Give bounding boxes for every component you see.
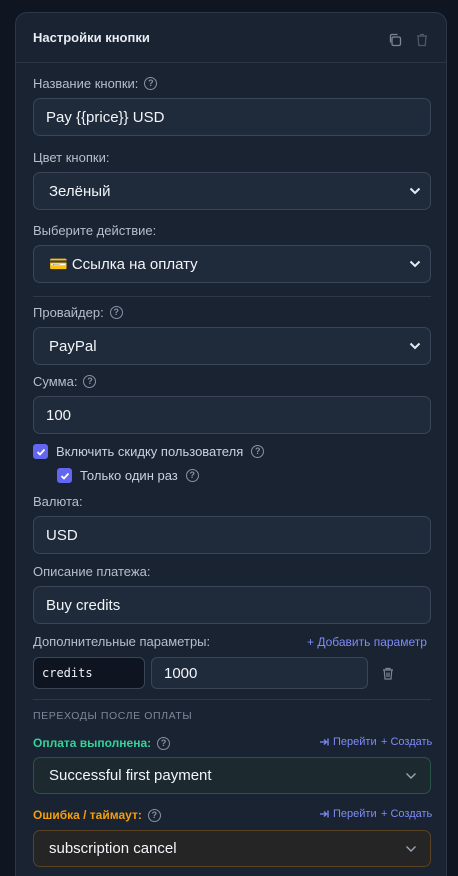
chevron-down-icon (406, 845, 416, 852)
once-checkbox[interactable] (57, 468, 72, 483)
currency-input[interactable]: USD (33, 516, 431, 554)
button-settings-panel: Настройки кнопки Название кнопки: ? Pay … (15, 12, 447, 876)
panel-title: Настройки кнопки (33, 30, 150, 45)
add-param-button[interactable]: + Добавить параметр (307, 635, 427, 649)
chevron-down-icon (409, 187, 421, 195)
params-label: Дополнительные параметры: (33, 634, 210, 649)
provider-select[interactable]: PayPal (33, 327, 431, 365)
discount-label: Включить скидку пользователя (56, 444, 244, 459)
error-label-text: Ошибка / таймаут: (33, 808, 142, 822)
button-name-input[interactable]: Pay {{price}} USD (33, 98, 431, 136)
action-label-text: Выберите действие: (33, 223, 157, 238)
help-icon[interactable]: ? (147, 808, 161, 822)
help-icon[interactable]: ? (185, 469, 199, 482)
action-label: Выберите действие: (33, 223, 156, 238)
param-key-input[interactable]: credits (33, 657, 145, 689)
once-label: Только один раз (80, 468, 178, 483)
button-color-select[interactable]: Зелёный (33, 172, 431, 210)
provider-value: PayPal (49, 337, 97, 355)
go-label: Перейти (333, 736, 377, 748)
success-transition-select[interactable]: Successful first payment (33, 757, 431, 794)
chevron-down-icon (409, 342, 421, 350)
description-input[interactable]: Buy credits (33, 586, 431, 624)
success-label-text: Оплата выполнена: (33, 736, 152, 750)
button-name-label-text: Название кнопки: (33, 76, 139, 91)
error-transition-select[interactable]: subscription cancel (33, 830, 431, 867)
description-label-text: Описание платежа: (33, 564, 151, 579)
error-label: Ошибка / таймаут: ? (33, 808, 161, 822)
error-go-button[interactable]: Перейти (319, 808, 377, 820)
help-icon[interactable]: ? (109, 306, 123, 319)
once-checkbox-row[interactable]: Только один раз ? (57, 468, 199, 483)
help-icon[interactable]: ? (157, 736, 171, 750)
param-value-input[interactable]: 1000 (151, 657, 368, 689)
button-name-label: Название кнопки: ? (33, 76, 158, 91)
action-value: 💳 Ссылка на оплату (49, 256, 198, 273)
provider-label: Провайдер: ? (33, 305, 123, 320)
trash-icon[interactable] (382, 667, 394, 680)
amount-label: Сумма: ? (33, 374, 97, 389)
currency-label: Валюта: (33, 494, 83, 509)
chevron-down-icon (406, 772, 416, 779)
action-select[interactable]: 💳 Ссылка на оплату (33, 245, 431, 283)
amount-input[interactable]: 100 (33, 396, 431, 434)
description-label: Описание платежа: (33, 564, 150, 579)
help-icon[interactable]: ? (144, 77, 158, 90)
button-color-label-text: Цвет кнопки: (33, 150, 110, 165)
success-create-button[interactable]: + Создать (381, 736, 432, 748)
params-label-text: Дополнительные параметры: (33, 634, 211, 649)
success-label: Оплата выполнена: ? (33, 736, 171, 750)
discount-checkbox-row[interactable]: Включить скидку пользователя ? (33, 444, 265, 459)
success-go-button[interactable]: Перейти (319, 736, 377, 748)
check-icon (36, 448, 45, 456)
transitions-title: ПЕРЕХОДЫ ПОСЛЕ ОПЛАТЫ (33, 710, 193, 722)
help-icon[interactable]: ? (83, 375, 97, 388)
check-icon (60, 472, 69, 480)
amount-label-text: Сумма: (33, 374, 78, 389)
go-arrow-icon (320, 810, 329, 818)
error-create-button[interactable]: + Создать (381, 808, 432, 820)
chevron-down-icon (409, 260, 421, 268)
divider (33, 699, 431, 700)
currency-label-text: Валюта: (33, 494, 83, 509)
go-label: Перейти (333, 808, 377, 820)
provider-label-text: Провайдер: (33, 305, 104, 320)
error-transition-value: subscription cancel (49, 840, 177, 857)
help-icon[interactable]: ? (251, 445, 265, 458)
copy-icon[interactable] (388, 33, 402, 47)
panel-header: Настройки кнопки (16, 13, 446, 63)
success-transition-value: Successful first payment (49, 767, 212, 784)
delete-icon[interactable] (415, 33, 429, 47)
discount-checkbox[interactable] (33, 444, 48, 459)
divider (33, 296, 431, 297)
button-color-value: Зелёный (49, 182, 111, 200)
go-arrow-icon (320, 738, 329, 746)
button-color-label: Цвет кнопки: (33, 150, 109, 165)
